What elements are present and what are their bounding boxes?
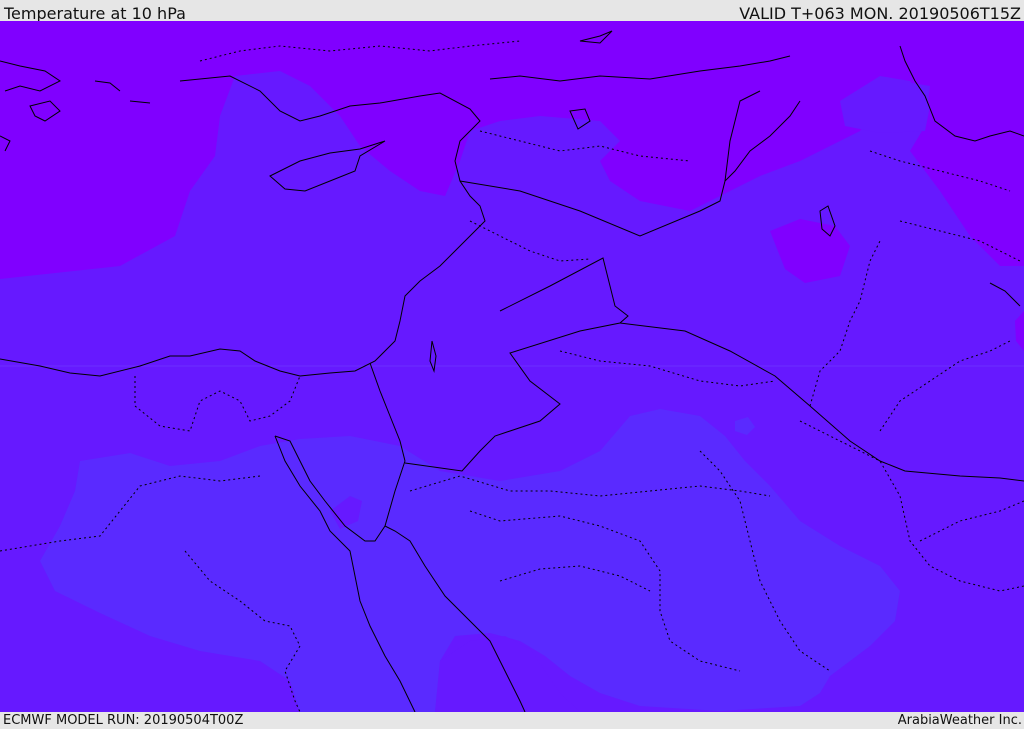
header-bar: Temperature at 10 hPa VALID T+063 MON. 2… [0, 0, 1024, 23]
map-canvas [0, 21, 1024, 712]
temperature-map [0, 21, 1024, 712]
model-run-label: ECMWF MODEL RUN: 20190504T00Z [3, 713, 244, 728]
weather-map-page: Temperature at 10 hPa VALID T+063 MON. 2… [0, 0, 1024, 729]
footer-bar: ECMWF MODEL RUN: 20190504T00Z ArabiaWeat… [0, 712, 1024, 729]
credit-label: ArabiaWeather Inc. [897, 713, 1022, 728]
